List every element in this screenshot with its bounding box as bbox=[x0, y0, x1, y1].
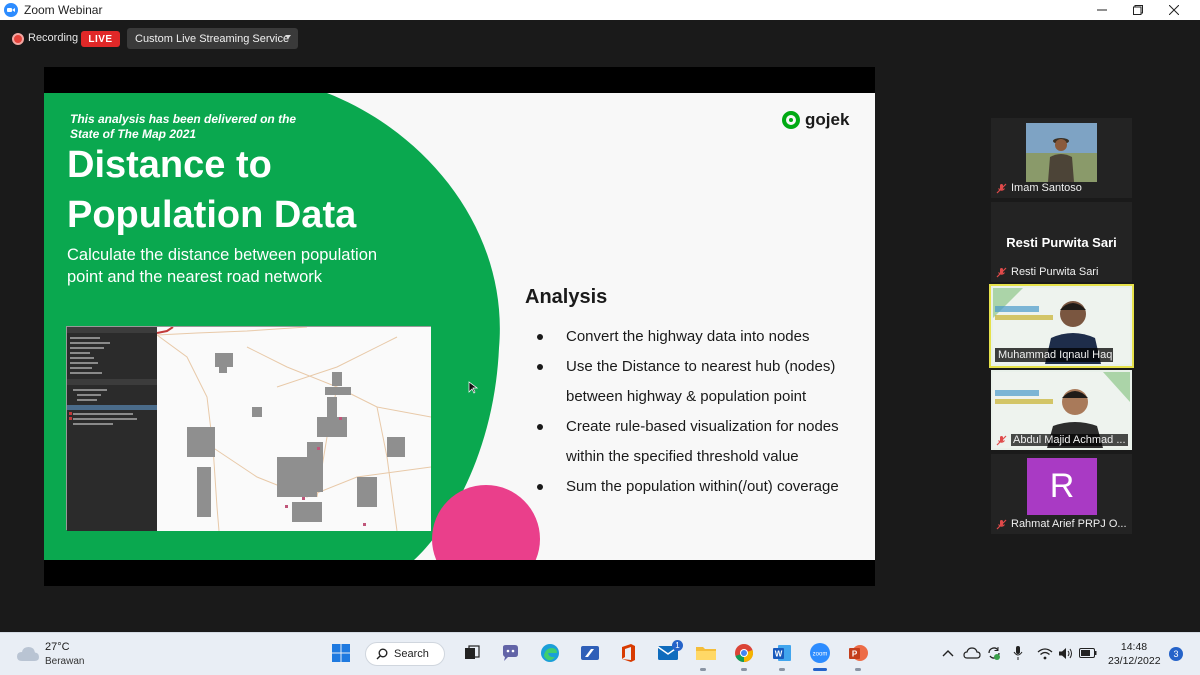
zoom-icon[interactable]: zoom bbox=[808, 641, 832, 665]
gojek-logo-mark bbox=[782, 111, 800, 129]
file-explorer-icon[interactable] bbox=[694, 641, 718, 665]
windows-start-icon[interactable] bbox=[329, 641, 353, 665]
search-icon bbox=[376, 648, 388, 660]
running-indicator bbox=[779, 668, 785, 671]
bullet-item: Sum the population within(/out) coverage bbox=[534, 472, 874, 502]
chrome-icon[interactable] bbox=[732, 641, 756, 665]
slide-note: This analysis has been delivered on the … bbox=[70, 112, 297, 141]
teams-chat-icon[interactable] bbox=[498, 641, 522, 665]
office-icon[interactable] bbox=[616, 641, 640, 665]
recording-label[interactable]: Recording bbox=[28, 32, 78, 44]
mic-muted-icon bbox=[996, 519, 1007, 530]
window-title: Zoom Webinar bbox=[24, 3, 103, 17]
chevron-up-icon[interactable] bbox=[940, 641, 956, 665]
task-view-icon[interactable] bbox=[460, 641, 484, 665]
bullet-item: Create rule-based visualization for node… bbox=[534, 412, 874, 472]
svg-text:W: W bbox=[775, 650, 783, 659]
mic-muted-icon bbox=[996, 267, 1007, 278]
mail-notification-badge: 1 bbox=[672, 640, 683, 651]
volume-icon[interactable] bbox=[1056, 641, 1076, 665]
analysis-heading: Analysis bbox=[525, 286, 608, 308]
bullet-item: Use the Distance to nearest hub (nodes) … bbox=[534, 352, 874, 412]
participant-tile[interactable]: Abdul Majid Achmad ... bbox=[991, 370, 1132, 450]
participant-name: Imam Santoso bbox=[1011, 182, 1082, 194]
participant-tile[interactable]: R Rahmat Arief PRPJ O... bbox=[991, 454, 1132, 534]
streaming-service-button[interactable]: Custom Live Streaming Service bbox=[127, 28, 298, 49]
close-icon[interactable] bbox=[1152, 0, 1196, 20]
mic-icon[interactable] bbox=[1008, 641, 1028, 665]
notification-count-badge[interactable]: 3 bbox=[1169, 647, 1183, 661]
onedrive-icon[interactable] bbox=[962, 641, 982, 665]
cloud-weather-icon[interactable] bbox=[16, 645, 40, 663]
powerpoint-icon[interactable]: P bbox=[846, 641, 870, 665]
slide-title: Distance to Population Data bbox=[67, 144, 357, 236]
participant-name: Rahmat Arief PRPJ O... bbox=[1011, 518, 1127, 530]
participant-display-name: Resti Purwita Sari bbox=[1006, 235, 1117, 250]
svg-text:zoom: zoom bbox=[813, 652, 828, 658]
clock[interactable]: 14:48 23/12/2022 bbox=[1108, 640, 1161, 668]
clock-date: 23/12/2022 bbox=[1108, 655, 1161, 667]
presentation-slide: This analysis has been delivered on the … bbox=[44, 93, 875, 560]
bullet-item: Convert the highway data into nodes bbox=[534, 322, 874, 352]
title-bar: Zoom Webinar bbox=[0, 0, 1200, 20]
participant-avatar: R bbox=[1027, 458, 1097, 515]
mouse-cursor-icon bbox=[468, 381, 478, 394]
weather-description[interactable]: Berawan bbox=[45, 656, 84, 667]
qgis-map-canvas bbox=[156, 326, 432, 532]
search-label: Search bbox=[394, 648, 429, 660]
mic-muted-icon bbox=[996, 435, 1007, 446]
mic-muted-icon bbox=[996, 183, 1007, 194]
running-indicator bbox=[741, 668, 747, 671]
shared-screen: This analysis has been delivered on the … bbox=[44, 67, 875, 586]
participant-name: Muhammad Iqnaul Haq bbox=[995, 348, 1113, 362]
svg-text:P: P bbox=[852, 650, 858, 659]
participant-name: Resti Purwita Sari bbox=[1011, 266, 1099, 278]
streaming-service-label: Custom Live Streaming Service bbox=[135, 32, 290, 45]
word-icon[interactable]: W bbox=[770, 641, 794, 665]
battery-icon[interactable] bbox=[1077, 641, 1099, 665]
zoom-app-icon bbox=[4, 3, 18, 17]
clock-time: 14:48 bbox=[1120, 641, 1148, 653]
edit-app-icon[interactable] bbox=[578, 641, 602, 665]
recording-icon[interactable] bbox=[12, 33, 24, 45]
running-indicator-active bbox=[813, 668, 827, 671]
analysis-bullets: Convert the highway data into nodes Use … bbox=[534, 322, 874, 502]
weather-temperature[interactable]: 27°C bbox=[45, 641, 70, 653]
edge-icon[interactable] bbox=[538, 641, 562, 665]
gojek-logo-text: gojek bbox=[805, 110, 850, 129]
qgis-screenshot-image bbox=[66, 326, 432, 532]
wifi-icon[interactable] bbox=[1035, 641, 1055, 665]
slide-subtitle: Calculate the distance between populatio… bbox=[67, 246, 378, 286]
taskbar-search-box[interactable]: Search bbox=[365, 642, 445, 666]
participant-tile-active-speaker[interactable]: Muhammad Iqnaul Haq bbox=[989, 284, 1134, 368]
gojek-logo: gojek bbox=[782, 110, 849, 130]
running-indicator bbox=[700, 668, 706, 671]
participant-tile[interactable]: Imam Santoso bbox=[991, 118, 1132, 198]
live-badge[interactable]: LIVE bbox=[81, 31, 120, 47]
qgis-layer-panel bbox=[67, 327, 157, 531]
participant-photo bbox=[1026, 123, 1097, 182]
participant-name: Abdul Majid Achmad ... bbox=[1011, 434, 1128, 446]
participant-tile[interactable]: Resti Purwita Sari Resti Purwita Sari bbox=[991, 202, 1132, 282]
chevron-down-icon bbox=[285, 35, 291, 39]
sync-icon[interactable] bbox=[984, 641, 1004, 665]
running-indicator bbox=[855, 668, 861, 671]
